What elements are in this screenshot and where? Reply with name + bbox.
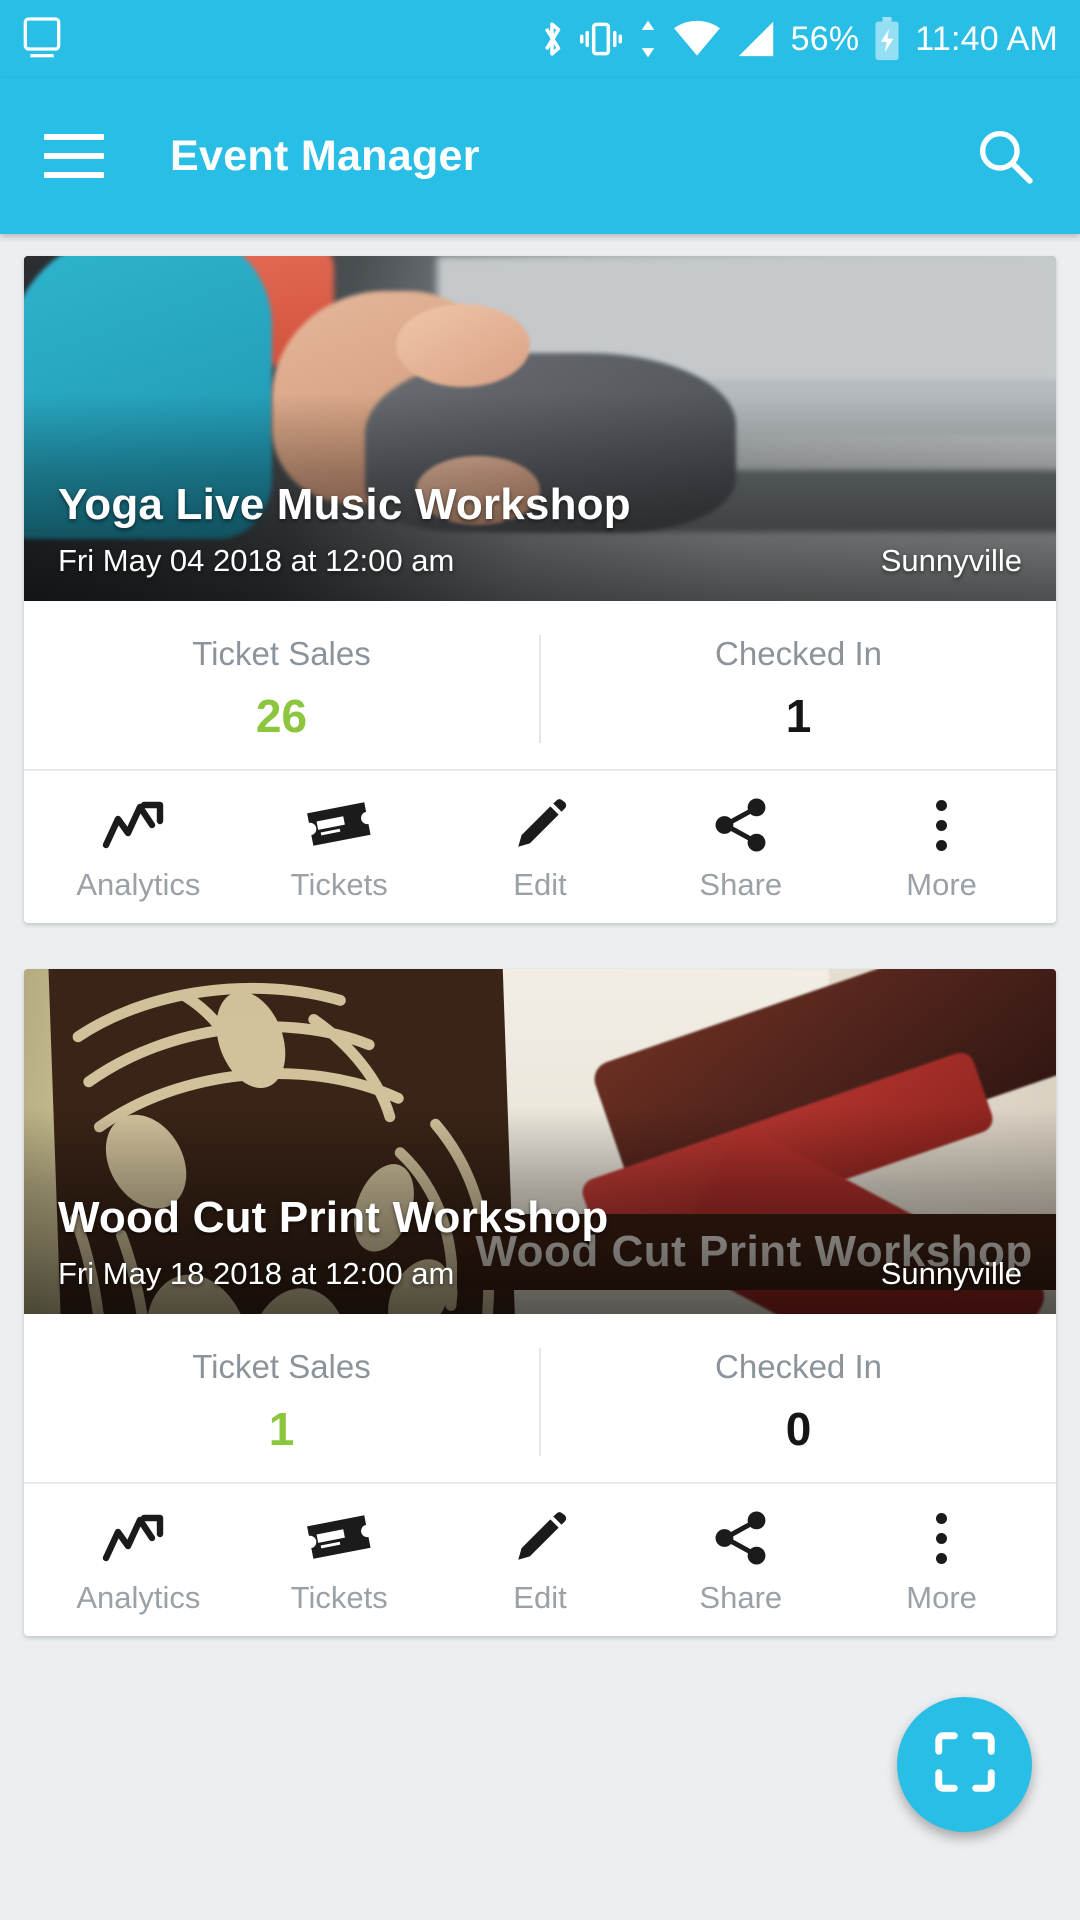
action-edit[interactable]: Edit (440, 793, 641, 903)
vibrate-icon (579, 19, 623, 59)
event-date: Fri May 04 2018 at 12:00 am (58, 543, 455, 578)
wifi-icon (673, 19, 721, 59)
action-label: Share (699, 867, 783, 902)
action-label: Tickets (290, 867, 388, 902)
event-title: Wood Cut Print Workshop (58, 1192, 609, 1242)
stat-value: 0 (785, 1403, 812, 1455)
action-more[interactable]: More (841, 1506, 1042, 1616)
ticket-icon (306, 793, 372, 857)
event-title: Yoga Live Music Workshop (58, 479, 631, 529)
hero-text-block: Wood Cut Print Workshop Fri May 18 2018 … (24, 1192, 1056, 1314)
stat-checked-in: Checked In 0 (539, 1348, 1056, 1456)
search-icon[interactable] (974, 125, 1036, 187)
pencil-icon (510, 1506, 570, 1570)
signal-icon (735, 19, 777, 59)
event-date: Fri May 18 2018 at 12:00 am (58, 1256, 455, 1291)
action-tickets[interactable]: Tickets (239, 1506, 440, 1616)
stat-label: Ticket Sales (192, 635, 371, 672)
action-label: Analytics (76, 1580, 201, 1615)
overflow-dots-icon (936, 1506, 948, 1570)
battery-percent-label: 56% (790, 19, 860, 58)
stat-value: 26 (255, 690, 308, 742)
trending-up-icon (102, 1506, 174, 1570)
stat-label: Checked In (715, 1348, 882, 1385)
action-analytics[interactable]: Analytics (38, 1506, 239, 1616)
share-icon (711, 1506, 771, 1570)
data-transfer-icon (637, 18, 659, 60)
stat-checked-in: Checked In 1 (539, 635, 1056, 743)
status-bar-left (22, 17, 62, 61)
pencil-icon (510, 793, 570, 857)
hamburger-menu-icon[interactable] (44, 134, 104, 178)
status-bar-right: 56% 11:40 AM (539, 17, 1058, 61)
stat-value: 1 (785, 690, 812, 742)
event-actions-row: Analytics Tickets Edit Share More (24, 769, 1056, 923)
trending-up-icon (102, 793, 174, 857)
battery-charging-icon (873, 17, 901, 61)
stat-ticket-sales: Ticket Sales 26 (24, 635, 539, 743)
stat-ticket-sales: Ticket Sales 1 (24, 1348, 539, 1456)
action-label: Analytics (76, 867, 201, 902)
action-analytics[interactable]: Analytics (38, 793, 239, 903)
action-label: More (906, 1580, 977, 1615)
event-hero-image: Yoga Live Music Workshop Fri May 04 2018… (24, 256, 1056, 601)
event-location: Sunnyville (880, 1256, 1022, 1291)
action-label: Tickets (290, 1580, 388, 1615)
status-bar: 56% 11:40 AM (0, 0, 1080, 78)
action-label: Edit (513, 1580, 567, 1615)
event-hero-image: Wood Cut Print Workshop Wood Cut Print W… (24, 969, 1056, 1314)
event-location: Sunnyville (880, 543, 1022, 578)
action-label: More (906, 867, 977, 902)
event-card[interactable]: Yoga Live Music Workshop Fri May 04 2018… (24, 256, 1056, 923)
event-stats-row: Ticket Sales 26 Checked In 1 (24, 601, 1056, 769)
app-bar: Event Manager (0, 78, 1080, 234)
clock-label: 11:40 AM (915, 19, 1058, 58)
tablet-icon (22, 17, 62, 61)
action-share[interactable]: Share (640, 793, 841, 903)
event-stats-row: Ticket Sales 1 Checked In 0 (24, 1314, 1056, 1482)
action-tickets[interactable]: Tickets (239, 793, 440, 903)
ticket-icon (306, 1506, 372, 1570)
stat-label: Checked In (715, 635, 882, 672)
qr-scan-icon (934, 1731, 996, 1798)
stat-label: Ticket Sales (192, 1348, 371, 1385)
hero-text-block: Yoga Live Music Workshop Fri May 04 2018… (24, 479, 1056, 601)
event-list: Yoga Live Music Workshop Fri May 04 2018… (0, 234, 1080, 1636)
share-icon (711, 793, 771, 857)
bluetooth-icon (539, 18, 565, 60)
event-card[interactable]: Wood Cut Print Workshop Wood Cut Print W… (24, 969, 1056, 1636)
action-label: Edit (513, 867, 567, 902)
action-edit[interactable]: Edit (440, 1506, 641, 1616)
page-title: Event Manager (170, 131, 480, 180)
stat-value: 1 (268, 1403, 295, 1455)
event-actions-row: Analytics Tickets Edit Share More (24, 1482, 1056, 1636)
action-label: Share (699, 1580, 783, 1615)
action-share[interactable]: Share (640, 1506, 841, 1616)
action-more[interactable]: More (841, 793, 1042, 903)
overflow-dots-icon (936, 793, 948, 857)
scan-fab-button[interactable] (897, 1697, 1032, 1832)
